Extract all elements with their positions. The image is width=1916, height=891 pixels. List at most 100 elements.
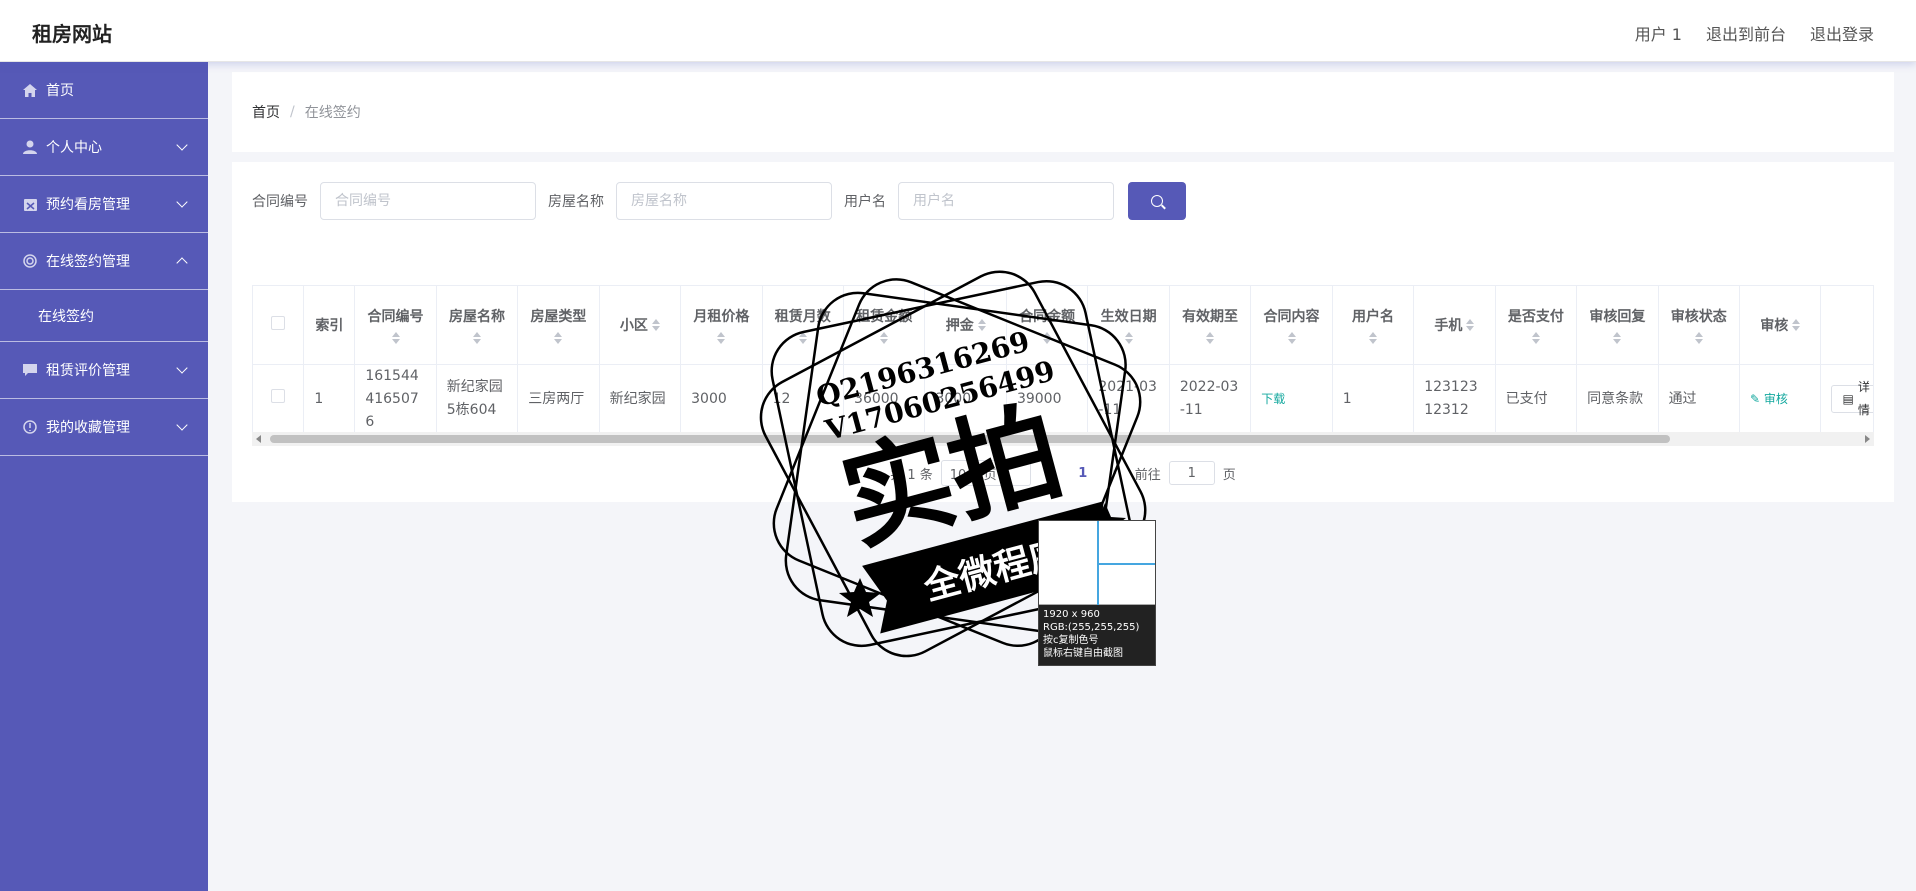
top-bar: 租房网站 用户 1 退出到前台 退出登录 (0, 0, 1916, 62)
cell-audit: ✎ 审核 (1739, 364, 1822, 435)
row-select-cell[interactable] (253, 364, 305, 435)
logout-link[interactable]: 退出登录 (1810, 21, 1874, 45)
scrollbar-thumb[interactable] (270, 435, 1670, 443)
house-name-input[interactable] (616, 182, 832, 220)
current-user-link[interactable]: 用户 1 (1635, 21, 1682, 45)
sort-icon[interactable] (554, 331, 563, 344)
calendar-icon (22, 196, 38, 212)
breadcrumb-current: 在线签约 (304, 105, 361, 121)
favorite-icon (22, 419, 38, 435)
pagination: 共 1 条 10条/页 ‹ 1 › 前往 页 (232, 460, 1894, 486)
horizontal-scrollbar[interactable] (252, 432, 1874, 446)
sort-icon[interactable] (717, 331, 726, 344)
column-header[interactable]: 合同金额 (1006, 286, 1089, 365)
prev-page-button[interactable]: ‹ (1039, 460, 1063, 486)
contract-no-input[interactable] (320, 182, 536, 220)
detail-button[interactable]: ▤ 详情 (1831, 380, 1873, 417)
sort-icon[interactable] (651, 318, 660, 331)
column-header[interactable]: 生效日期 (1087, 286, 1170, 365)
sort-icon[interactable] (1287, 331, 1296, 344)
user-icon (22, 139, 38, 155)
audit-button[interactable]: ✎ 审核 (1750, 392, 1788, 406)
sort-icon[interactable] (472, 331, 481, 344)
page-number[interactable]: 1 (1071, 466, 1095, 481)
column-header[interactable]: 租赁月数 (762, 286, 845, 365)
sort-icon[interactable] (1368, 331, 1377, 344)
sort-icon[interactable] (1613, 331, 1622, 344)
sidebar-item-favorites[interactable]: 我的收藏管理 (0, 399, 208, 456)
row-checkbox[interactable] (271, 388, 286, 403)
next-page-button[interactable]: › (1103, 460, 1127, 486)
sort-icon[interactable] (1694, 331, 1703, 344)
sort-icon[interactable] (977, 318, 986, 331)
sort-icon[interactable] (1206, 331, 1215, 344)
cell-index: 1 (303, 364, 356, 435)
cell-community: 新纪家园 (599, 364, 682, 435)
column-header[interactable]: 月租价格 (680, 286, 763, 365)
column-header[interactable]: 有效期至 (1169, 286, 1252, 365)
chevron-up-icon (176, 257, 188, 269)
magnifier-view (1039, 521, 1155, 605)
page-size-select[interactable]: 10条/页 (940, 460, 1031, 486)
column-header[interactable]: 押金 (924, 286, 1007, 365)
sort-icon[interactable] (880, 331, 889, 344)
chevron-down-icon (176, 419, 188, 431)
search-icon (1151, 195, 1163, 207)
column-header[interactable]: 是否支付 (1495, 286, 1578, 365)
column-header[interactable]: 合同内容 (1250, 286, 1333, 365)
download-link[interactable]: 下载 (1261, 392, 1285, 406)
column-header[interactable]: 小区 (599, 286, 682, 365)
cell-actions: ▤ 详情 (1820, 364, 1873, 435)
goto-page-input[interactable] (1168, 461, 1215, 485)
site-title: 租房网站 (32, 22, 112, 46)
column-header[interactable]: 用户名 (1332, 286, 1415, 365)
column-header[interactable]: 租赁金额 (843, 286, 926, 365)
cell-username: 1 (1332, 364, 1415, 435)
sort-icon[interactable] (1466, 318, 1475, 331)
sidebar-item-personal-center[interactable]: 个人中心 (0, 119, 208, 176)
sort-icon[interactable] (391, 331, 400, 344)
sidebar-item-online-contract-management[interactable]: 在线签约管理 (0, 233, 208, 290)
sidebar-item-label: 租赁评价管理 (46, 363, 130, 379)
sidebar-item-label: 个人中心 (46, 140, 102, 156)
breadcrumb-home[interactable]: 首页 (252, 102, 280, 122)
cell-deposit: 3000 (924, 364, 1007, 435)
scroll-left-icon[interactable] (256, 435, 261, 443)
cell-reply: 同意条款 (1576, 364, 1659, 435)
column-header[interactable]: 审核 (1739, 286, 1822, 365)
column-header[interactable]: 审核状态 (1658, 286, 1741, 365)
column-header[interactable]: 房屋名称 (436, 286, 519, 365)
comment-icon (22, 362, 38, 378)
exit-to-front-link[interactable]: 退出到前台 (1706, 21, 1786, 45)
cell-house-name: 新纪家园5栋604 (436, 364, 519, 435)
contract-no-label: 合同编号 (252, 194, 308, 210)
sidebar-item-viewing-appointments[interactable]: 预约看房管理 (0, 176, 208, 233)
capture-hint: 鼠标右键自由截图 (1043, 648, 1123, 659)
sort-icon[interactable] (1531, 331, 1540, 344)
column-header[interactable]: 审核回复 (1576, 286, 1659, 365)
sidebar-item-label: 我的收藏管理 (46, 420, 130, 436)
sort-icon[interactable] (1792, 318, 1801, 331)
sort-icon[interactable] (1124, 331, 1133, 344)
column-header[interactable]: 房屋类型 (517, 286, 600, 365)
sidebar-item-home[interactable]: 首页 (0, 62, 208, 119)
sort-icon[interactable] (1043, 331, 1052, 344)
scroll-right-icon[interactable] (1865, 435, 1870, 443)
sidebar-item-rental-reviews[interactable]: 租赁评价管理 (0, 342, 208, 399)
sort-icon[interactable] (798, 331, 807, 344)
sidebar-item-label: 在线签约管理 (46, 254, 130, 270)
select-all-cell[interactable] (253, 286, 305, 365)
username-input[interactable] (898, 182, 1114, 220)
actions-header (1820, 286, 1873, 365)
select-all-checkbox[interactable] (271, 315, 286, 330)
color-info: 1920 x 960 RGB:(255,255,255) 按c复制色号 鼠标右键… (1039, 605, 1155, 665)
house-name-label: 房屋名称 (548, 194, 604, 210)
cell-contract-amount: 39000 (1006, 364, 1089, 435)
sidebar-item-label: 首页 (46, 83, 74, 99)
column-header[interactable]: 合同编号 (354, 286, 437, 365)
column-header[interactable]: 手机 (1413, 286, 1496, 365)
sidebar-subitem-online-contract[interactable]: 在线签约 (0, 290, 208, 342)
search-button[interactable] (1128, 182, 1186, 220)
rgb-value: RGB:(255,255,255) (1043, 622, 1140, 633)
cell-contract-content: 下载 (1250, 364, 1333, 435)
